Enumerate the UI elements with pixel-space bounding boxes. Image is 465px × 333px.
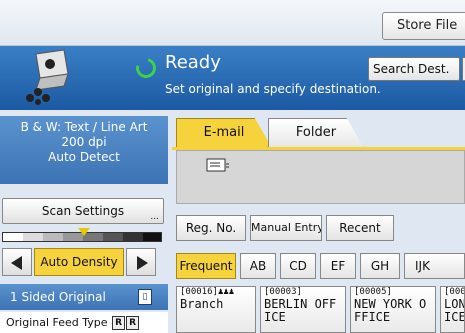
destination-entry[interactable]: [000 LON ICE — [440, 286, 465, 333]
tab-folder[interactable]: Folder — [268, 118, 364, 148]
more-indicator: ... — [150, 212, 159, 222]
scan-size-text: Auto Detect — [48, 150, 120, 164]
index-tab-cd[interactable]: CD — [280, 253, 316, 279]
destination-name: NEW YORK O FFICE — [354, 297, 427, 324]
index-tab-frequent[interactable]: Frequent — [176, 253, 236, 279]
destination-number: [00016] — [180, 287, 218, 297]
destination-entry[interactable]: [00005] NEW YORK O FFICE — [350, 286, 436, 333]
scan-info-panel[interactable]: B & W: Text / Line Art 200 dpi Auto Dete… — [0, 116, 168, 184]
group-icon: ♟♟♟ — [217, 287, 235, 297]
manual-entry-button[interactable]: Manual Entry — [250, 215, 322, 241]
reg-no-button[interactable]: Reg. No. — [176, 215, 246, 241]
ready-status-text: Ready — [165, 52, 221, 73]
destination-name: Branch — [180, 297, 224, 311]
feed-type-label: Original Feed Type — [6, 316, 108, 329]
scan-mode-text: B & W: Text / Line Art — [20, 120, 148, 134]
index-tab-ab[interactable]: AB — [240, 253, 276, 279]
scan-settings-button[interactable]: Scan Settings ... — [2, 198, 164, 224]
tab-email[interactable]: E-mail — [176, 118, 272, 148]
density-darker-button[interactable] — [126, 248, 156, 276]
index-tab-gh[interactable]: GH — [360, 253, 400, 279]
auto-density-button[interactable]: Auto Density — [34, 248, 124, 276]
original-feed-type-button[interactable]: Original Feed Type RR — [0, 312, 168, 333]
scanner-icon — [26, 49, 69, 105]
orientation-icon: R — [112, 316, 126, 330]
arrow-right-icon — [137, 256, 148, 270]
scan-resolution-text: 200 dpi — [61, 135, 107, 149]
index-tab-ijk[interactable]: IJK — [404, 253, 465, 279]
density-lighter-button[interactable] — [2, 248, 32, 276]
instruction-text: Set original and specify destination. — [165, 82, 381, 96]
orientation-icon: R — [126, 316, 140, 330]
destination-entry[interactable]: [00003] BERLIN OFF ICE — [260, 286, 346, 333]
destination-name: BERLIN OFF ICE — [264, 297, 337, 324]
email-icon — [206, 158, 229, 172]
arrow-left-icon — [11, 256, 22, 270]
recent-button[interactable]: Recent — [326, 215, 394, 241]
destination-entry[interactable]: [00016]♟♟♟ Branch — [176, 286, 256, 333]
density-marker-icon — [78, 228, 90, 236]
index-tab-ef[interactable]: EF — [320, 253, 356, 279]
store-file-button[interactable]: Store File — [382, 12, 465, 40]
scan-settings-label: Scan Settings — [41, 204, 125, 218]
one-sided-original-icon: ▯ — [138, 289, 152, 305]
destination-name: LON ICE — [444, 297, 465, 324]
search-destination-button[interactable]: Search Dest. — [368, 57, 460, 81]
